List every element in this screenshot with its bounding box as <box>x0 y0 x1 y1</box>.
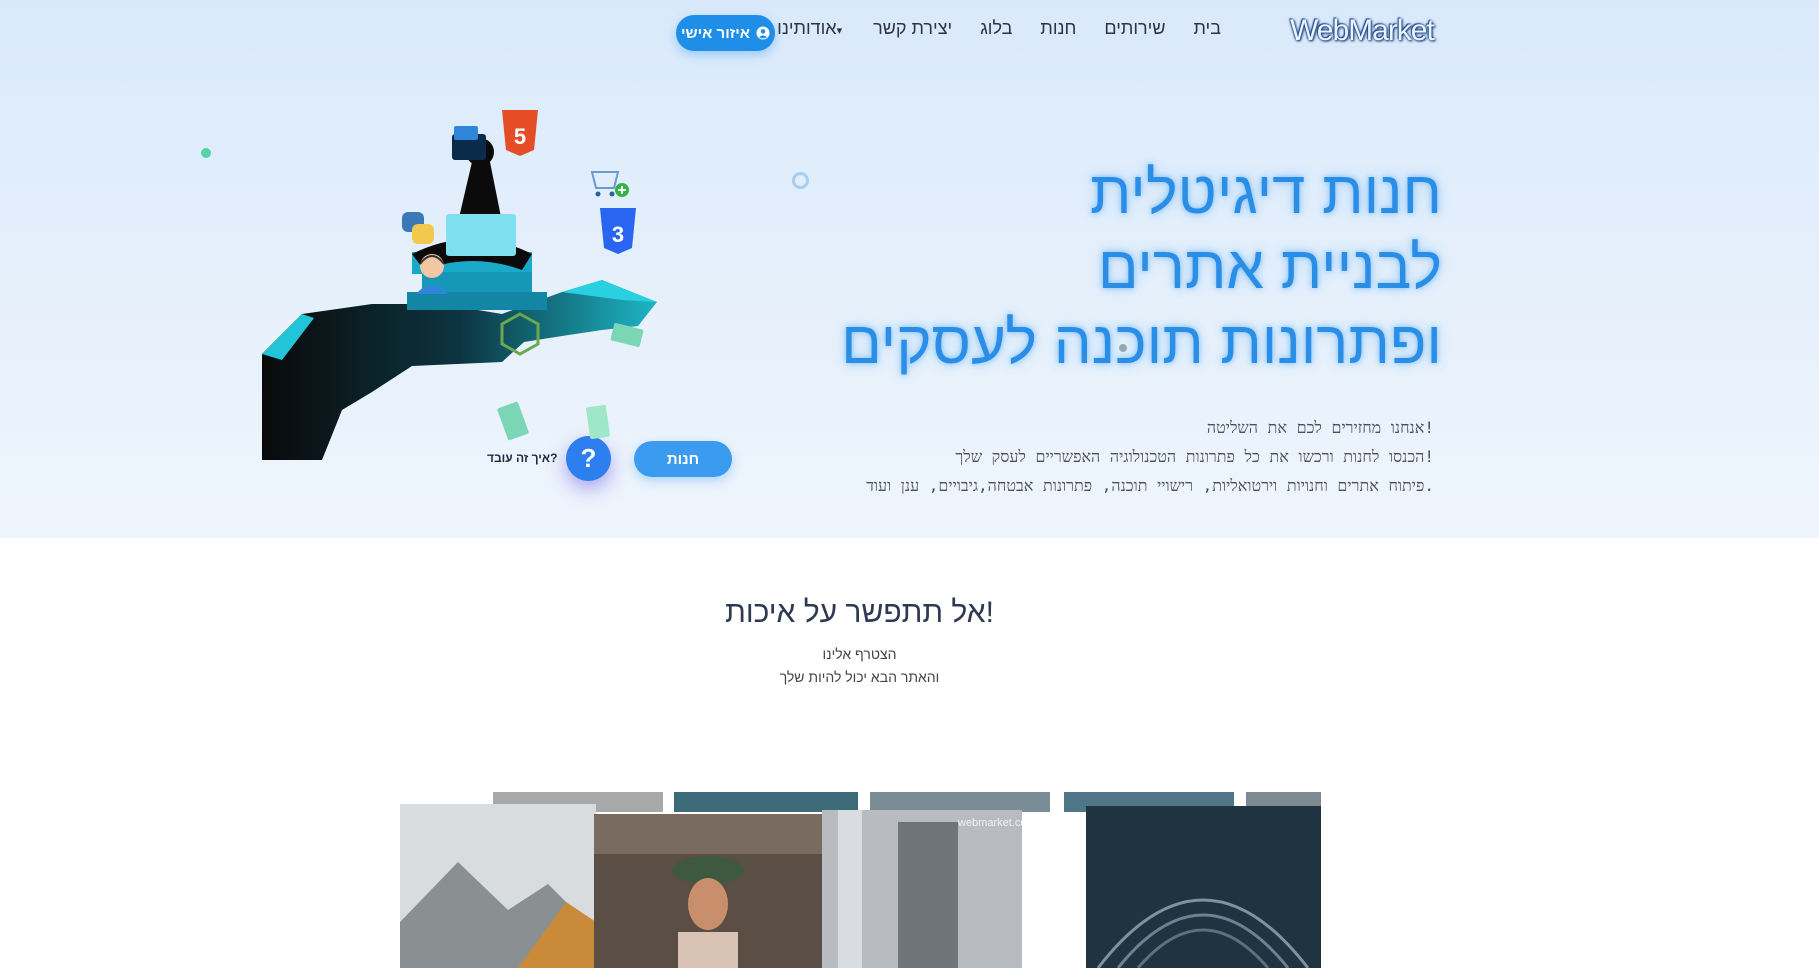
section-subtitle: והאתר הבא יכול להיות שלך <box>779 669 940 685</box>
nav-about-dropdown[interactable]: אודותינו▾ <box>777 18 845 39</box>
cart-icon <box>590 171 629 197</box>
folder-icon <box>452 126 486 160</box>
station-arch-photo[interactable] <box>1086 806 1321 968</box>
nav-services[interactable]: שירותים <box>1104 18 1165 39</box>
hero-section: WebMarket בית שירותים חנות בלוג יצירת קש… <box>0 0 1819 538</box>
section-subtitle: הצטרף אלינו <box>822 646 897 662</box>
user-circle-icon <box>756 26 770 40</box>
account-button-label: איזור אישי <box>681 24 750 42</box>
nav-blog[interactable]: בלוג <box>980 18 1012 39</box>
nav-contact[interactable]: יצירת קשר <box>873 18 952 39</box>
css3-icon: 3 <box>600 208 636 254</box>
hero-illustration: 5 3 <box>262 110 657 460</box>
nav-home[interactable]: בית <box>1193 18 1221 39</box>
hero-subtext: אנחנו מחזירים לכם את השליטה! הכנסו לחנות… <box>674 413 1434 500</box>
python-icon <box>402 212 434 244</box>
portfolio-gallery: webmarket.com <box>400 792 1321 968</box>
svg-text:3: 3 <box>612 222 624 247</box>
headline-line: לבניית אתרים <box>1097 234 1442 301</box>
svg-text:5: 5 <box>514 124 526 149</box>
gallery-watermark: webmarket.com <box>957 817 1036 829</box>
top-navbar: WebMarket בית שירותים חנות בלוג יצירת קש… <box>0 0 1819 64</box>
headline-line: חנות דיגיטלית <box>1090 159 1442 226</box>
mountain-photo[interactable] <box>400 804 596 968</box>
decor-dot-green <box>201 148 211 158</box>
nav-menu: בית שירותים חנות בלוג יצירת קשר אודותינו… <box>777 18 1221 39</box>
account-button[interactable]: איזור אישי <box>676 15 775 51</box>
subtext-line: הכנסו לחנות ורכשו את כל פתרונות הטכנולוג… <box>955 447 1434 466</box>
subtext-line: פיתוח אתרים וחנויות וירטואליות, רישויי ת… <box>866 476 1434 495</box>
woman-hat-photo[interactable] <box>594 814 824 968</box>
hero-headline: חנות דיגיטלית לבניית אתרים ופתרונות תוכנ… <box>802 155 1442 380</box>
site-logo[interactable]: WebMarket <box>1290 14 1435 48</box>
caret-down-icon: ▾ <box>836 25 843 37</box>
section-title: אל תתפשר על איכות! <box>725 596 994 629</box>
nav-shop[interactable]: חנות <box>1040 18 1076 39</box>
html5-icon: 5 <box>502 110 538 156</box>
subtext-line: אנחנו מחזירים לכם את השליטה! <box>1206 418 1434 437</box>
nav-about-label: אודותינו <box>777 18 837 38</box>
street-art-photo[interactable] <box>822 810 1022 968</box>
headline-line: ופתרונות תוכנה לעסקים <box>841 309 1442 376</box>
